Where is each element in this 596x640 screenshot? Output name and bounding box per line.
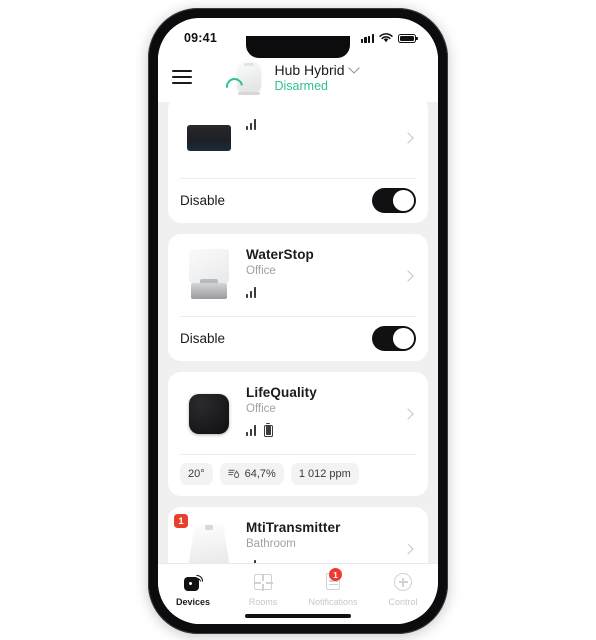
- tab-label: Notifications: [308, 597, 358, 607]
- chip-label: 1 012 ppm: [298, 468, 351, 480]
- tab-label: Devices: [175, 597, 211, 607]
- chip-co2: 1 012 ppm: [290, 463, 359, 485]
- thumbnail-wrap: [178, 383, 240, 445]
- signal-strength-icon: [246, 425, 257, 436]
- control-icon: [392, 571, 414, 593]
- chip-label: 20°: [188, 468, 205, 480]
- status-time: 09:41: [184, 31, 217, 45]
- tab-label: Rooms: [248, 597, 278, 607]
- devices-icon: [182, 571, 204, 593]
- hub-name: Hub Hybrid: [274, 61, 345, 78]
- signal-strength-icon: [246, 119, 257, 130]
- row-label: Disable: [180, 193, 226, 208]
- device-room: Bathroom: [246, 538, 296, 550]
- hub-status: Disarmed: [274, 78, 328, 93]
- rooms-icon: [252, 571, 274, 593]
- phone-notch: [246, 36, 350, 58]
- app-header: Hub Hybrid Disarmed: [158, 52, 438, 102]
- thumbnail-wrap: [178, 245, 240, 307]
- hub-name-row: Hub Hybrid: [274, 61, 360, 78]
- battery-icon: [264, 424, 273, 437]
- device-card-waterstop[interactable]: WaterStop Office Disable: [168, 234, 428, 361]
- hub-selector[interactable]: Hub Hybrid Disarmed: [186, 57, 404, 99]
- tab-devices[interactable]: Devices: [158, 571, 228, 607]
- lifequality-device-thumbnail: [189, 394, 229, 434]
- waterstop-device-thumbnail: [182, 247, 236, 305]
- device-info: LifeQuality Office: [240, 383, 404, 437]
- wifi-icon: [379, 33, 393, 43]
- chevron-right-icon[interactable]: [402, 543, 414, 555]
- device-name: MtiTransmitter: [246, 520, 341, 535]
- tab-control[interactable]: Control: [368, 571, 438, 607]
- chevron-right-icon[interactable]: [402, 270, 414, 282]
- sensor-chips: 20° 64,7% 1 012 ppm: [168, 455, 428, 496]
- device-card-main[interactable]: WaterStop Office: [168, 234, 428, 316]
- chip-humidity: 64,7%: [219, 463, 284, 485]
- chip-temperature: 20°: [180, 463, 213, 485]
- tab-rooms[interactable]: Rooms: [228, 571, 298, 607]
- device-card-main[interactable]: LifeQuality Office: [168, 372, 428, 454]
- device-card-lifequality[interactable]: LifeQuality Office 20° 64,7% 1 012 ppm: [168, 372, 428, 496]
- hub-text: Hub Hybrid Disarmed: [274, 61, 360, 93]
- alert-badge: 1: [174, 514, 188, 528]
- device-list[interactable]: Disable WaterStop Office Disable LifeQua…: [158, 52, 438, 579]
- device-status-icons: [246, 118, 404, 131]
- device-name: WaterStop: [246, 247, 314, 262]
- signal-strength-icon: [246, 287, 257, 298]
- device-card-main[interactable]: [168, 96, 428, 178]
- status-icons: [360, 33, 418, 43]
- device-status-icons: [246, 424, 404, 437]
- device-room: Office: [246, 265, 276, 277]
- humidity-icon: [227, 469, 239, 478]
- chevron-right-icon[interactable]: [402, 132, 414, 144]
- hub-device-thumbnail: [187, 125, 231, 151]
- device-room: Office: [246, 403, 276, 415]
- disable-toggle[interactable]: [372, 188, 416, 213]
- hub-device-thumbnail: [223, 57, 266, 99]
- notifications-icon: 1: [322, 568, 344, 593]
- tab-label: Control: [388, 597, 418, 607]
- home-indicator: [245, 614, 351, 618]
- cellular-bars-icon: [360, 33, 374, 43]
- device-disable-row[interactable]: Disable: [168, 179, 428, 223]
- device-disable-row[interactable]: Disable: [168, 317, 428, 361]
- battery-icon: [398, 33, 418, 43]
- thumbnail-wrap: [178, 107, 240, 169]
- device-card-hub[interactable]: Disable: [168, 96, 428, 223]
- device-info: [240, 107, 404, 131]
- device-status-icons: [246, 286, 404, 299]
- chip-label: 64,7%: [244, 468, 276, 480]
- chevron-down-icon[interactable]: [347, 61, 360, 74]
- disable-toggle[interactable]: [372, 326, 416, 351]
- phone-screen: 09:41 Hub Hybrid Disarmed Disable WaterS…: [158, 18, 438, 624]
- chevron-right-icon[interactable]: [402, 408, 414, 420]
- notifications-badge: 1: [329, 568, 342, 581]
- tab-notifications[interactable]: 1 Notifications: [298, 568, 368, 607]
- row-label: Disable: [180, 331, 226, 346]
- device-info: WaterStop Office: [240, 245, 404, 299]
- screenshot-root: 09:41 Hub Hybrid Disarmed Disable WaterS…: [0, 0, 596, 640]
- device-name: LifeQuality: [246, 385, 317, 400]
